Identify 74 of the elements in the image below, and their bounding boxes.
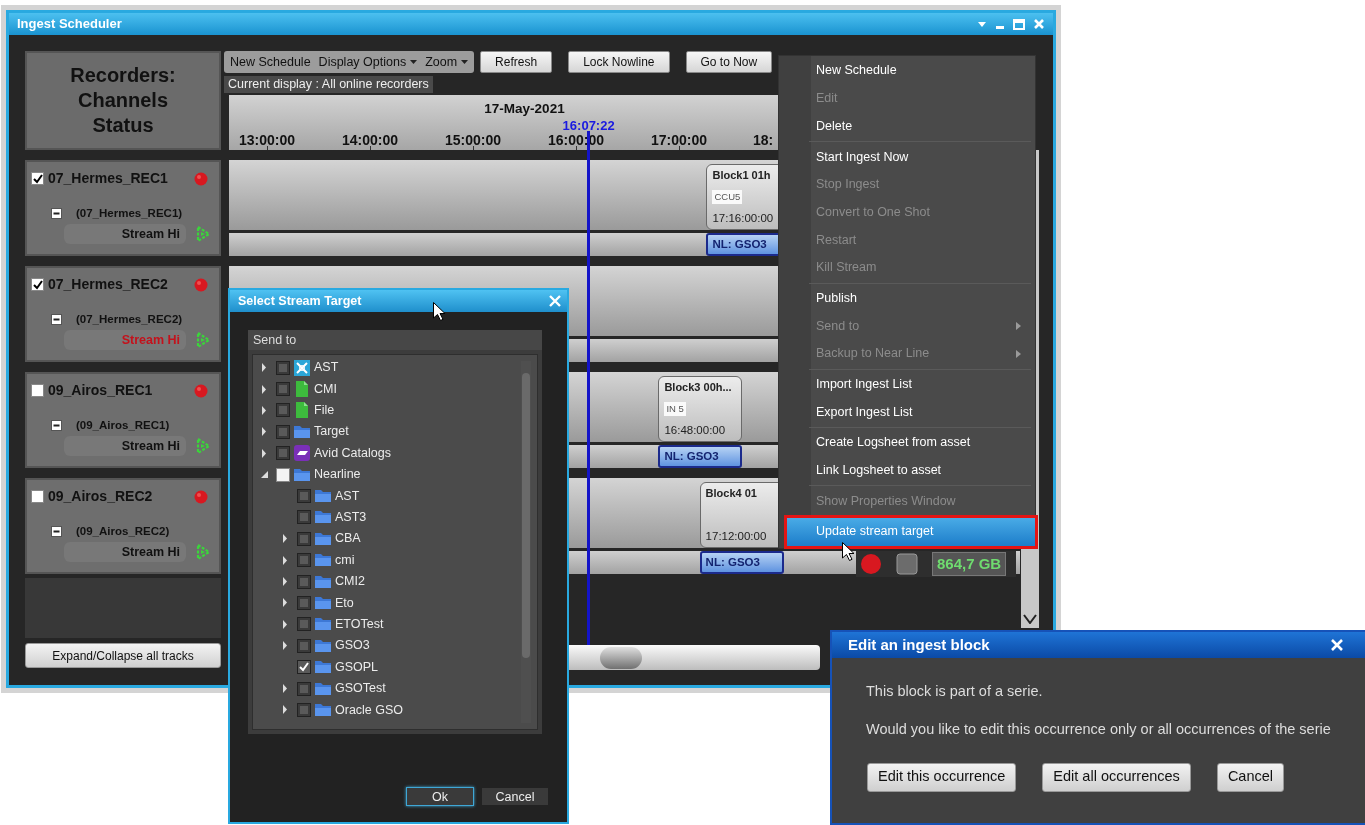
tree-item[interactable]: GSO3	[335, 636, 370, 656]
tree-item[interactable]: CMI2	[335, 572, 365, 591]
now-time-label: 16:07:22	[562, 117, 615, 135]
recorders-heading: Recorders: Channels Status	[69, 63, 177, 138]
menu-item[interactable]: Delete	[779, 112, 1035, 141]
display-status: Current display : All online recorders	[224, 76, 433, 93]
toolbar-button[interactable]: Refresh	[480, 51, 553, 73]
tree-item[interactable]: Eto	[335, 593, 354, 613]
tree-item[interactable]: GSOTest	[335, 679, 386, 698]
time-label: 13:00:00	[239, 131, 295, 150]
recorder-name: 09_Airos_REC2	[48, 487, 153, 506]
dialog-title: Select Stream Target	[238, 292, 362, 310]
menu-button[interactable]: Display Options	[314, 52, 422, 72]
section-header: Send to	[248, 330, 542, 350]
dialog-button[interactable]: Cancel	[1216, 762, 1284, 792]
block-start-time: 16:48:00:00	[664, 422, 727, 438]
tree-item[interactable]: CBA	[335, 529, 361, 549]
channel-name: (07_Hermes_REC2)	[76, 312, 183, 327]
block-title: Block1 01h	[712, 168, 772, 183]
target-block[interactable]: NL: GSO3	[658, 445, 743, 468]
menu-item[interactable]: Create Logsheet from asset	[779, 428, 1035, 457]
tree-item[interactable]: Target	[314, 422, 349, 442]
tree-item[interactable]: Avid Catalogs	[314, 443, 391, 463]
toolbar-button[interactable]: Lock Nowline	[568, 51, 670, 73]
dialog-title: Edit an ingest block	[848, 634, 990, 655]
block-title: Block4 01	[705, 486, 758, 501]
source-tag: CCU5	[712, 189, 743, 204]
source-tag: IN 5	[664, 401, 686, 416]
block-title: Block3 00h...	[664, 380, 733, 395]
channel-name: (07_Hermes_REC1)	[76, 206, 183, 221]
block-start-time: 17:16:00:00	[712, 210, 775, 226]
tree-item[interactable]: Nearline	[314, 465, 361, 484]
time-label: 14:00:00	[342, 131, 398, 150]
menu-item[interactable]: Export Ingest List	[779, 398, 1035, 426]
window-title: Ingest Scheduler	[17, 15, 122, 34]
tree-item[interactable]: CMI	[314, 379, 337, 399]
menu-button[interactable]: Zoom	[421, 52, 473, 72]
menu-button[interactable]: New Schedule	[226, 52, 315, 72]
stream-selector[interactable]: Stream Hi	[64, 542, 186, 563]
tree-item[interactable]: File	[314, 401, 335, 420]
dialog-button[interactable]: Edit all occurrences	[1042, 762, 1191, 792]
dialog-message: This block is part of a serie.	[866, 682, 1044, 701]
menu-item[interactable]: Link Logsheet to asset	[779, 456, 1035, 485]
dialog-button[interactable]: Edit this occurrence	[867, 762, 1017, 792]
menu-item[interactable]: Import Ingest List	[779, 370, 1035, 399]
recorder-name: 07_Hermes_REC1	[48, 169, 168, 188]
toolbar-button[interactable]: Go to Now	[685, 51, 773, 73]
dialog-button[interactable]: Cancel	[481, 787, 549, 806]
time-label: 17:00:00	[651, 131, 707, 150]
channel-name: (09_Airos_REC1)	[76, 418, 170, 433]
timeline-date: 17-May-2021	[484, 100, 565, 118]
tree-item[interactable]: cmi	[335, 550, 355, 570]
block-start-time: 17:12:00:00	[705, 528, 768, 544]
tree-item[interactable]: AST	[314, 358, 339, 378]
dialog-button[interactable]: Ok	[406, 787, 474, 806]
recorder-name: 09_Airos_REC1	[48, 381, 153, 400]
tree-item[interactable]: GSOPL	[335, 657, 379, 677]
dialog-message: Would you like to edit this occurrence only or all occurrences of the serie	[866, 719, 1332, 739]
tree-item[interactable]: Oracle GSO	[335, 700, 404, 720]
tree-item[interactable]: AST3	[335, 508, 367, 527]
time-label: 18:	[753, 131, 774, 150]
channel-name: (09_Airos_REC2)	[76, 524, 170, 539]
menu-item[interactable]: New Schedule	[779, 57, 1035, 85]
stream-selector[interactable]: Stream Hi	[64, 436, 186, 457]
schedule-block[interactable]: Block3 00h... IN 5 16:48:00:00	[658, 376, 743, 442]
stream-selector[interactable]: Stream Hi	[64, 224, 186, 245]
tree-item[interactable]: AST	[335, 486, 360, 506]
tree-item[interactable]: ETOTest	[335, 615, 384, 634]
menu-item[interactable]: Publish	[779, 284, 1035, 313]
time-label: 15:00:00	[445, 131, 501, 150]
expand-collapse-button[interactable]: Expand/Collapse all tracks	[25, 643, 221, 668]
storage-readout: 864,7 GB	[932, 551, 1007, 577]
recorder-name: 07_Hermes_REC2	[48, 275, 168, 294]
target-block[interactable]: NL: GSO3	[699, 551, 784, 574]
